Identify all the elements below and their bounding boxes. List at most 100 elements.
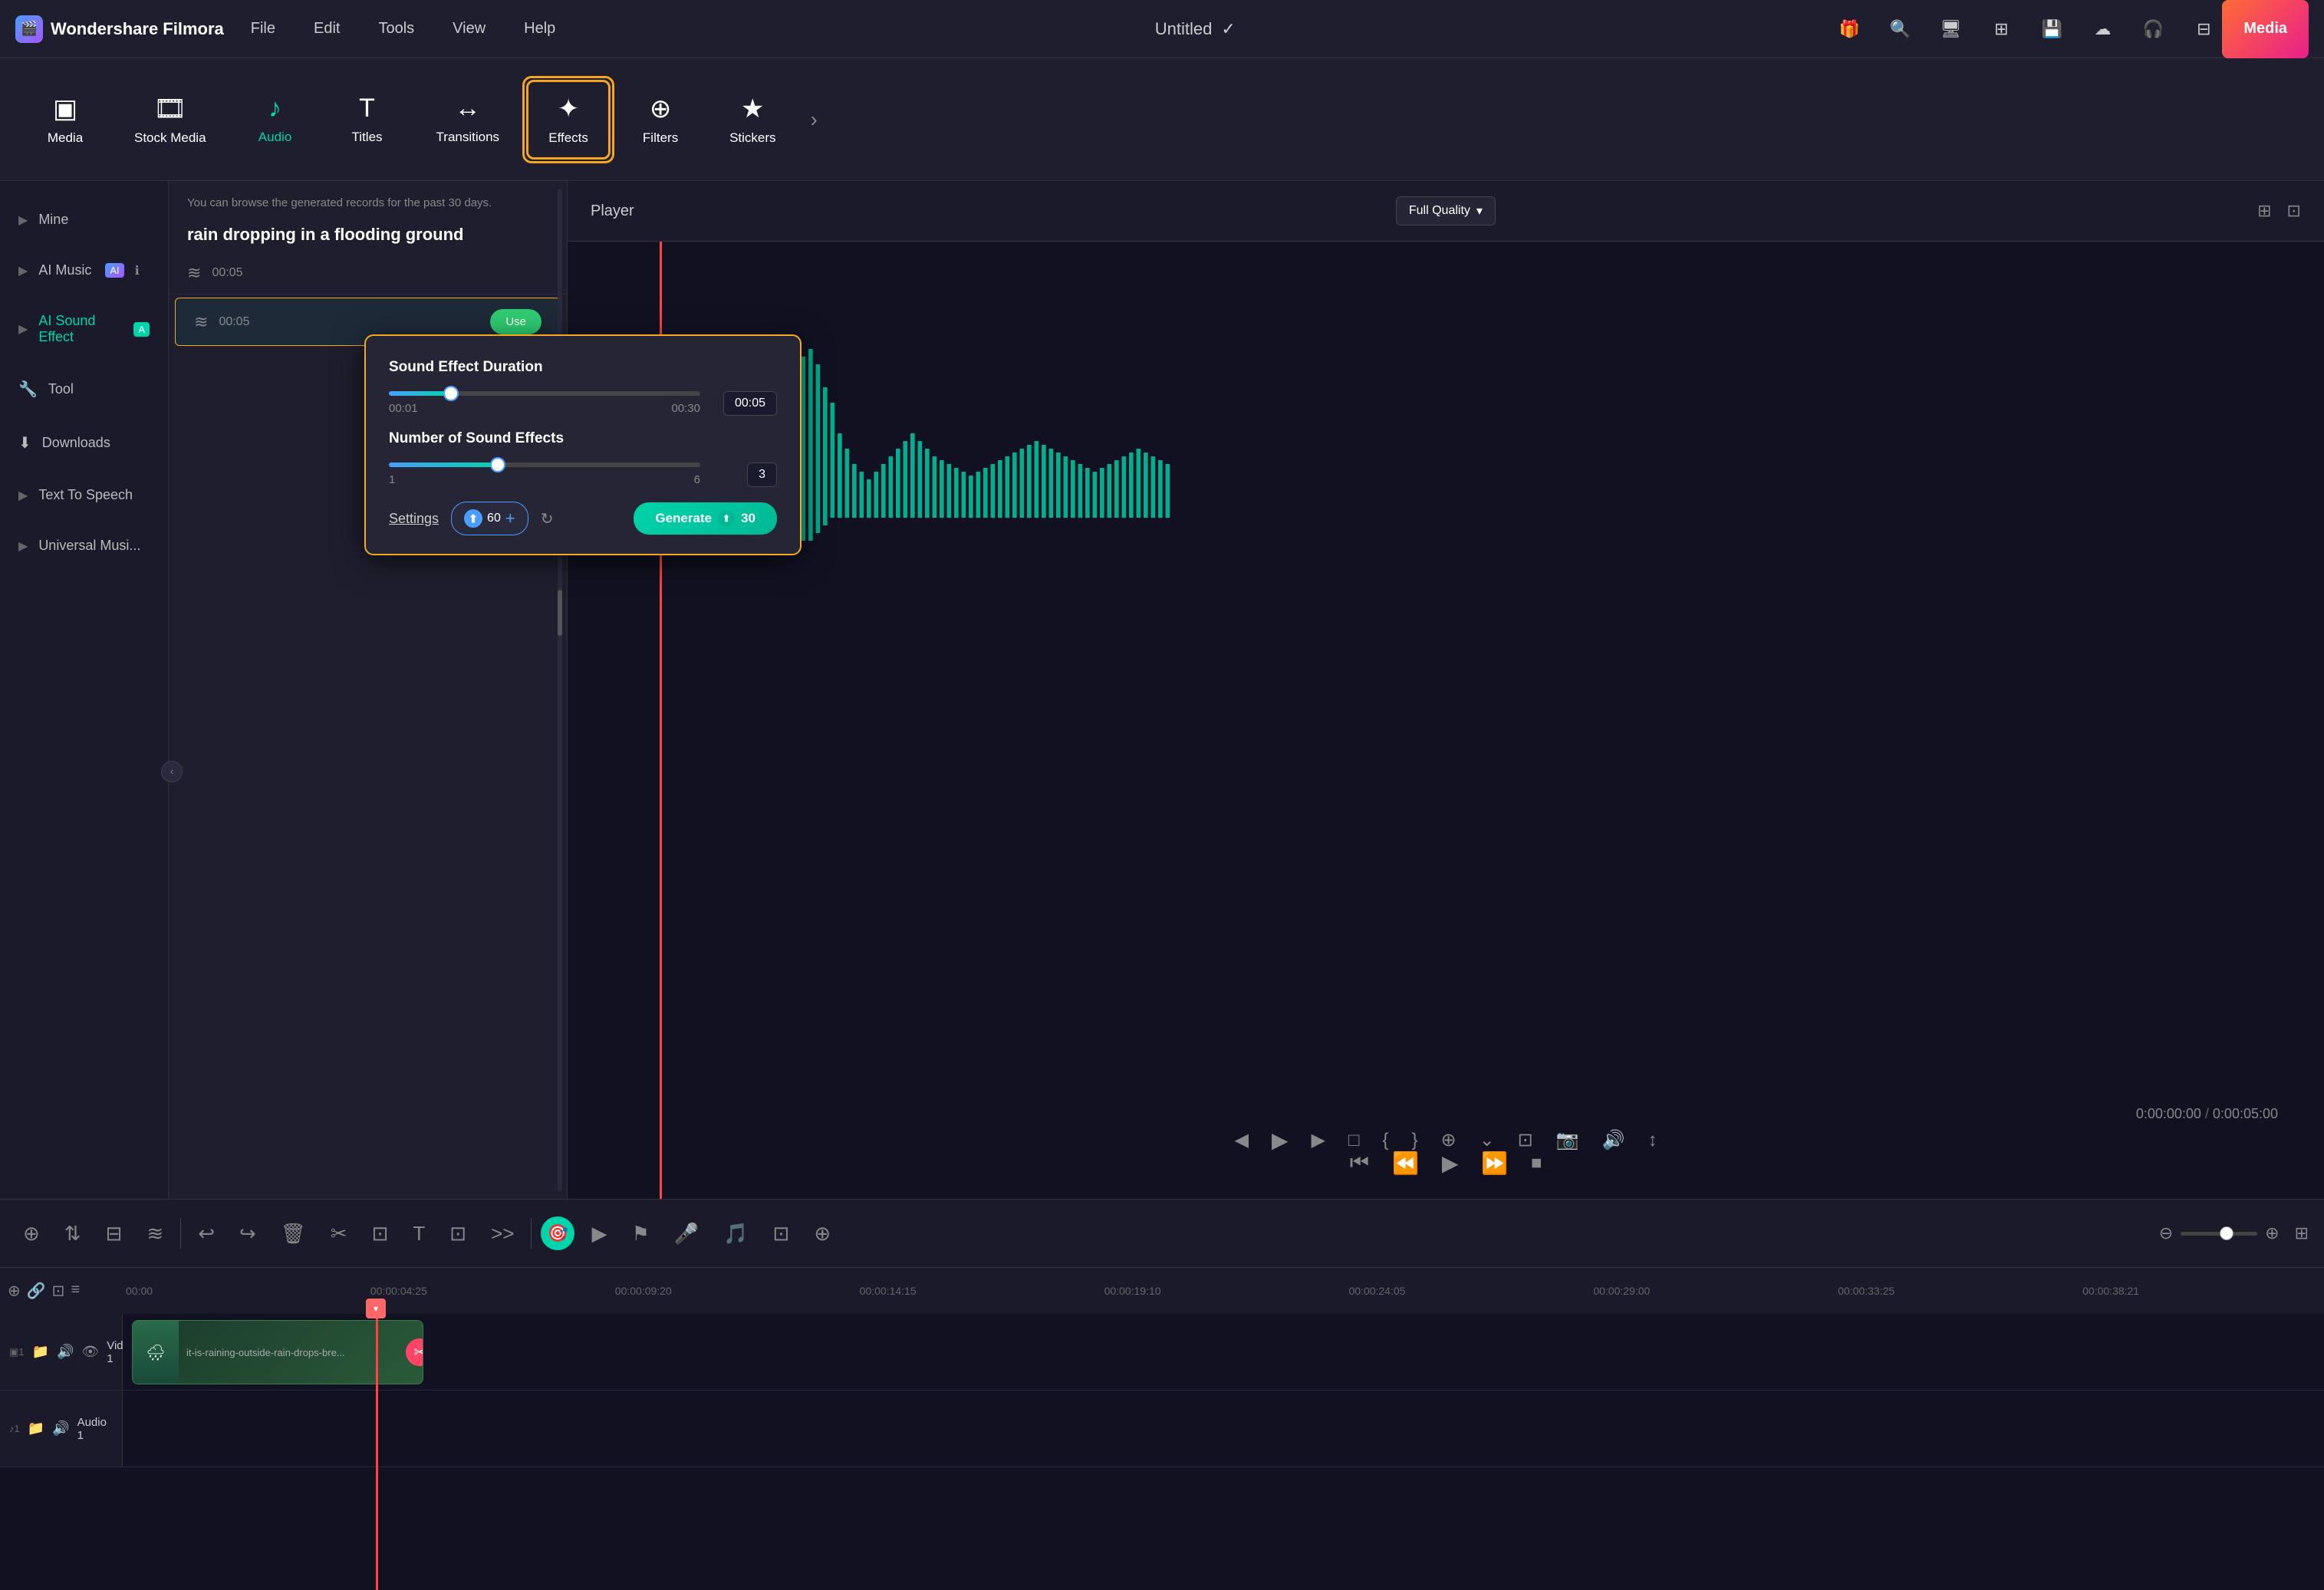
search-icon[interactable]: 🔍 [1881,11,1918,48]
transitions-icon: ↔ [455,94,481,123]
track-eye-icon[interactable]: 👁 [81,1344,99,1360]
swap-icon[interactable]: ⇅ [57,1216,89,1252]
extract-icon[interactable]: ⊡ [765,1216,798,1252]
step-forward-button[interactable]: ⏩ [1481,1151,1508,1176]
bracket-in-icon[interactable]: { [1382,1130,1388,1151]
resize-icon[interactable]: ↕ [1648,1130,1657,1151]
sidebar-item-universal-music[interactable]: ▶ Universal Musi... [0,522,168,569]
crop-icon[interactable]: ⊡ [2287,201,2301,221]
voice-icon[interactable]: 🎵 [716,1216,755,1252]
volume-icon[interactable]: 🔊 [1602,1129,1625,1151]
audio-track-folder-icon[interactable]: 📁 [28,1420,44,1437]
toolbar-more-arrow[interactable]: › [803,100,825,140]
toolbar-item-titles[interactable]: T Titles [325,82,410,156]
link-btn[interactable]: 🔗 [27,1282,46,1301]
credits-plus-button[interactable]: + [505,509,515,528]
skip-icon[interactable]: >> [483,1216,522,1252]
snap-btn[interactable]: ⊡ [52,1282,65,1301]
clip-scissors-button[interactable]: ✂ [406,1338,423,1366]
toolbar-item-audio[interactable]: ♪ Audio [233,82,318,156]
menu-view[interactable]: View [449,16,489,41]
count-slider-track[interactable] [389,463,700,467]
sidebar-item-mine[interactable]: ▶ Mine [0,196,168,243]
redo-icon[interactable]: ↪ [232,1216,264,1252]
scissors-icon[interactable]: ✂ [323,1216,355,1252]
video-clip[interactable]: 🌧 it-is-raining-outside-rain-drops-bre..… [132,1320,423,1384]
settings-text-button[interactable]: Settings [389,511,439,527]
flag-icon[interactable]: ⚑ [624,1216,657,1252]
sidebar-item-text-to-speech[interactable]: ▶ Text To Speech [0,472,168,518]
duration-slider-thumb[interactable] [443,386,459,401]
export-icon[interactable]: ⊡ [1518,1129,1533,1151]
layout-icon[interactable]: ⊞ [1983,11,2020,48]
timeline-zoom-thumb[interactable] [2220,1226,2233,1240]
count-slider-thumb[interactable] [490,457,505,472]
play-button[interactable]: ▶ [1442,1151,1459,1176]
delete-icon[interactable]: 🗑 [273,1216,314,1252]
tool-icon: 🔧 [18,380,38,399]
add-track-icon[interactable]: ⊕ [1440,1129,1456,1151]
add-track-btn[interactable]: ⊕ [8,1282,21,1301]
headphones-icon[interactable]: 🎧 [2135,11,2171,48]
text-tool-icon[interactable]: T [405,1216,433,1252]
sidebar-item-ai-music[interactable]: ▶ AI Music AI ℹ [0,247,168,294]
tl-zoom-in-icon[interactable]: ⊕ [2265,1223,2279,1243]
add-clip-icon[interactable]: ⊕ [15,1216,48,1252]
camera-icon[interactable]: 📷 [1556,1129,1579,1151]
timeline-zoom-slider[interactable] [2181,1232,2257,1236]
toolbar-item-stickers[interactable]: ★ Stickers [710,82,795,157]
refresh-button[interactable]: ↻ [541,509,554,528]
stop-button[interactable]: ⏹ [1531,1151,1542,1176]
timeline-playhead-handle[interactable]: ▾ [366,1299,386,1318]
tl-layout-icon[interactable]: ⊞ [2295,1223,2309,1243]
rewind-button[interactable]: ⏮ [1350,1151,1369,1176]
screen-icon[interactable]: 🖥 [1932,11,1969,48]
forward-frame-icon[interactable]: ▶ [1311,1129,1325,1151]
cloud-icon[interactable]: ☁ [2084,11,2121,48]
menu-help[interactable]: Help [520,16,559,41]
sidebar-item-tool[interactable]: 🔧 Tool [0,364,168,414]
bracket-out-icon[interactable]: } [1411,1130,1417,1151]
mask-icon[interactable]: ⊡ [442,1216,474,1252]
toolbar-item-stock-media[interactable]: 🎞 Stock Media [115,82,225,157]
multitrack-btn[interactable]: ≡ [71,1282,80,1301]
split-icon[interactable]: ⊟ [98,1216,130,1252]
insert-icon[interactable]: ⊕ [806,1216,838,1252]
audio-track-volume-icon[interactable]: 🔊 [52,1420,69,1437]
undo-icon[interactable]: ↩ [190,1216,222,1252]
back-frame-icon[interactable]: ◀ [1234,1129,1248,1151]
gift-icon[interactable]: 🎁 [1831,11,1868,48]
toolbar-item-filters[interactable]: ⊕ Filters [618,82,703,157]
mic-icon[interactable]: 🎤 [667,1216,706,1252]
purchase-button[interactable]: Media [2222,0,2309,58]
sidebar-collapse-button[interactable]: ‹ [161,761,183,782]
crop-tool-icon[interactable]: ⊡ [364,1216,397,1252]
apps-icon[interactable]: ⊟ [2185,11,2222,48]
sidebar-item-downloads[interactable]: ⬇ Downloads [0,418,168,468]
generate-button[interactable]: Generate ⬆ 30 [634,502,777,535]
count-slider-fill [389,463,498,467]
green-tool-button[interactable]: 🎯 [541,1216,574,1250]
toolbar-item-media[interactable]: ▣ Media [23,82,107,157]
toolbar-item-transitions[interactable]: ↔ Transitions [417,82,519,156]
save-icon[interactable]: 💾 [2033,11,2070,48]
quality-chevron-icon: ▾ [1476,203,1483,219]
sidebar-item-ai-sound-effect[interactable]: ▶ AI Sound Effect A [0,298,168,360]
chevron-down-icon[interactable]: ⌄ [1480,1129,1495,1151]
tl-zoom-out-icon[interactable]: ⊖ [2159,1223,2173,1243]
quality-select[interactable]: Full Quality ▾ [1396,196,1496,225]
use-button[interactable]: Use [490,309,541,334]
track-volume-icon[interactable]: 🔊 [57,1344,74,1360]
toolbar-item-effects[interactable]: ✦ Effects [526,80,611,160]
audio-wave-icon[interactable]: ≋ [139,1216,171,1252]
menu-edit[interactable]: Edit [310,16,344,41]
step-back-button[interactable]: ⏪ [1392,1151,1419,1176]
grid-view-icon[interactable]: ⊞ [2257,201,2271,221]
menu-tools[interactable]: Tools [374,16,418,41]
track-folder-icon[interactable]: 📁 [32,1344,49,1360]
playback-icon[interactable]: ▶ [584,1216,614,1252]
square-icon[interactable]: □ [1348,1130,1360,1151]
menu-file[interactable]: File [247,16,279,41]
duration-slider-track[interactable] [389,391,700,396]
play-pause-icon[interactable]: ▶ [1272,1127,1289,1153]
